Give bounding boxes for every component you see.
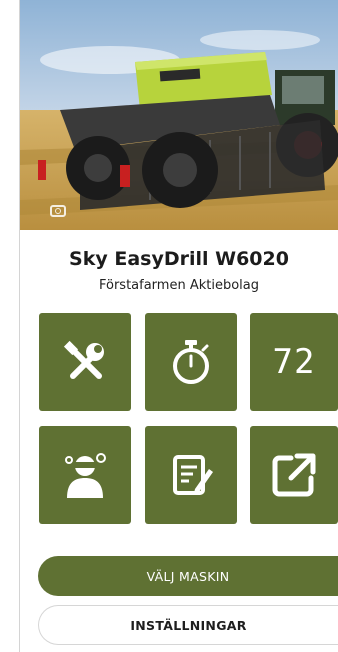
tile-counter[interactable]: 72 bbox=[250, 313, 338, 411]
external-link-icon bbox=[272, 453, 316, 497]
tile-mechanic[interactable] bbox=[39, 426, 131, 524]
tile-timer[interactable] bbox=[145, 313, 237, 411]
select-machine-button[interactable]: VÄLJ MASKIN bbox=[38, 556, 338, 596]
owner-name: Förstafarmen Aktiebolag bbox=[98, 278, 259, 293]
wrench-screwdriver-icon bbox=[63, 340, 104, 379]
counter-value: 72 bbox=[272, 342, 316, 382]
camera-icon[interactable] bbox=[50, 205, 66, 217]
stopwatch-icon bbox=[173, 340, 209, 384]
tile-notes[interactable] bbox=[145, 426, 237, 524]
settings-button[interactable]: INSTÄLLNINGAR bbox=[38, 605, 338, 645]
machine-name: Sky EasyDrill W6020 bbox=[69, 248, 289, 270]
tile-open-external[interactable] bbox=[250, 426, 338, 524]
machine-photo[interactable] bbox=[20, 0, 338, 230]
left-gutter bbox=[0, 0, 20, 652]
mechanic-icon bbox=[65, 453, 106, 498]
tile-service[interactable] bbox=[39, 313, 131, 411]
note-edit-icon bbox=[173, 455, 213, 495]
machine-photo-illustration bbox=[20, 0, 338, 230]
